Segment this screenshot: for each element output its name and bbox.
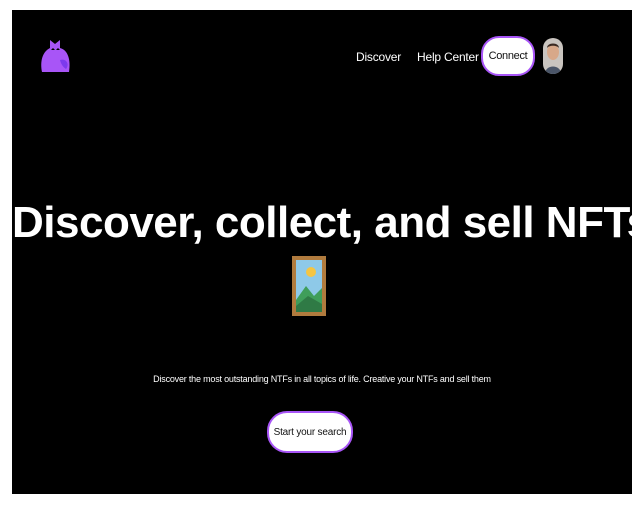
- connect-button[interactable]: Connect: [481, 36, 535, 76]
- nav-help-center-link[interactable]: Help Center: [417, 50, 479, 64]
- top-navbar: Discover Help Center Connect: [12, 10, 632, 100]
- nav-discover-link[interactable]: Discover: [356, 50, 401, 64]
- hero-subtitle: Discover the most outstanding NTFs in al…: [153, 374, 491, 384]
- cat-logo-icon[interactable]: [36, 36, 74, 76]
- start-search-button[interactable]: Start your search: [267, 411, 353, 453]
- user-avatar[interactable]: [543, 38, 563, 74]
- app-window: Discover Help Center Connect Discover, c…: [12, 10, 632, 494]
- hero-title: Discover, collect, and sell NFTs: [12, 198, 632, 247]
- framed-landscape-picture-icon: [292, 256, 326, 316]
